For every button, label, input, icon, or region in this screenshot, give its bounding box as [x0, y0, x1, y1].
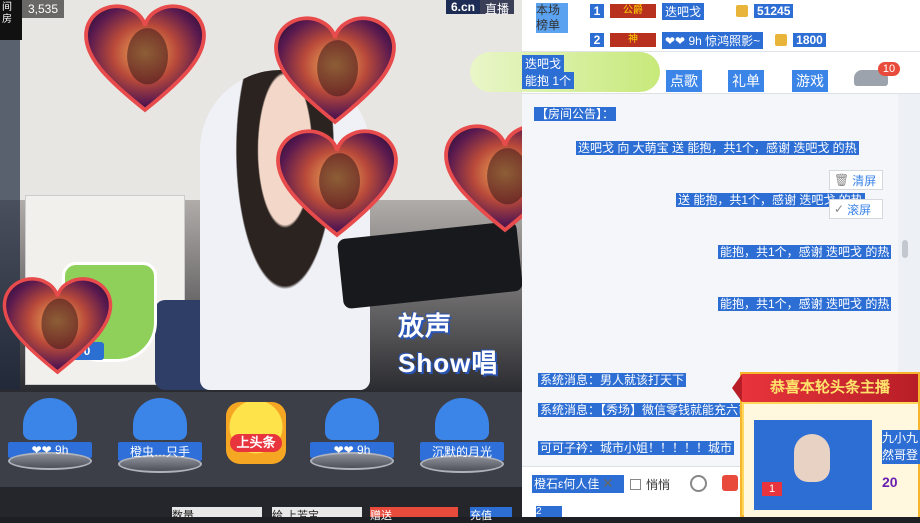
- heart-icon: [260, 12, 410, 127]
- avatar: [133, 398, 187, 440]
- gift-user-name: 橙虫…只手: [118, 442, 202, 461]
- emoji-icon[interactable]: [690, 475, 707, 492]
- quantity-field-label: 数量: [172, 510, 194, 522]
- chat-message: 能抱，共1个，感谢 迭吧戈 的热: [718, 296, 892, 312]
- rank-amount: 1800: [793, 33, 826, 47]
- chat-message-text: 迭吧戈 向 大萌宝 送 能抱，共1个，感谢 迭吧戈 的热: [576, 141, 859, 155]
- chat-system-message: 系统消息：【秀场】微信零钱就能充六币: [538, 402, 753, 418]
- headline-anchor-popup[interactable]: 恭喜本轮头条主播 1 九小九然哥登 20: [732, 372, 920, 517]
- headline-popup-title: 恭喜本轮头条主播: [732, 374, 918, 402]
- recharge-label: 充值: [470, 510, 492, 522]
- chat-message-text: 能抱，共1个，感谢 迭吧戈 的热: [718, 297, 892, 311]
- chat-message-text: 可可子衿：城市小姐！！！！！城市: [538, 441, 735, 455]
- gift-user-4[interactable]: 沉默的月光: [420, 398, 504, 473]
- whisper-label: 悄悄: [646, 478, 671, 492]
- channel-tag: 6.cn: [446, 0, 481, 14]
- whisper-checkbox[interactable]: [630, 479, 641, 490]
- chat-message: 迭吧戈 向 大萌宝 送 能抱，共1个，感谢 迭吧戈 的热: [576, 140, 859, 156]
- tab-games[interactable]: 游戏: [792, 70, 828, 92]
- rank-number: 2: [590, 33, 604, 47]
- chat-message-text: 系统消息：男人就该打天下: [538, 373, 687, 387]
- trash-icon: 🗑: [834, 173, 850, 187]
- gift-bubble-user: 迭吧戈: [522, 55, 565, 72]
- rank-amount: 51245: [754, 4, 794, 18]
- heart-icon: [0, 255, 115, 395]
- avatar-face: [794, 434, 830, 482]
- scroll-screen-label: 滚屏: [847, 202, 872, 217]
- clear-screen-button[interactable]: 🗑 清屏: [829, 170, 883, 190]
- announcement-text: 【房间公告】：: [534, 107, 617, 121]
- quantity-field[interactable]: 数量: [172, 507, 262, 522]
- viewer-count: 3,535: [28, 2, 59, 16]
- ranking-row-2[interactable]: 2 神 ❤❤ 9h 惊鸿照影~ 1800: [590, 31, 826, 49]
- send-gift-label: 赠送: [370, 510, 392, 522]
- level-badge: 1: [762, 482, 782, 496]
- show-watermark-logo: 放声Show唱: [398, 311, 499, 378]
- scroll-screen-button[interactable]: ✓ 滚屏: [829, 199, 883, 219]
- car-count-badge: 10: [878, 62, 900, 76]
- coin-icon: [775, 34, 788, 46]
- avatar: [435, 398, 489, 440]
- check-circle-icon: ✓: [834, 202, 845, 216]
- headline-button-label: 上头条: [230, 434, 282, 452]
- recipient-field-label: 给 上芳宝: [272, 510, 320, 522]
- viewer-count-bar: 3,535: [22, 0, 65, 18]
- gift-notification-bubble: 迭吧戈 能抱 1个: [470, 52, 660, 92]
- rank-user-name: ❤❤ 9h 惊鸿照影~: [662, 31, 764, 49]
- clear-screen-label: 清屏: [852, 173, 877, 188]
- headline-count: 20: [882, 474, 898, 490]
- gift-user-2[interactable]: 橙虫…只手: [118, 398, 202, 473]
- room-side-tag: 间房: [0, 0, 22, 40]
- gift-user-name: 沉默的月光: [420, 442, 504, 461]
- headline-popup-body: 1 九小九然哥登 20: [744, 404, 920, 517]
- bottom-number: 2: [536, 506, 562, 517]
- gift-bubble-gift: 能抱 1个: [522, 72, 575, 89]
- bottom-toolbar: 数量 给 上芳宝 赠送 充值: [0, 487, 522, 522]
- close-icon[interactable]: ✕: [602, 475, 614, 492]
- avatar: [325, 398, 379, 440]
- tab-gift-list[interactable]: 礼单: [728, 70, 764, 92]
- chat-scroll-thumb[interactable]: [902, 240, 908, 258]
- chat-message-text: 系统消息：【秀场】微信零钱就能充六币: [538, 403, 753, 417]
- ranking-board: 本场榜单 1 公爵 迭吧戈 51245 2 神 ❤❤ 9h 惊鸿照影~ 1800: [522, 0, 920, 52]
- rank-badge: 神: [610, 33, 656, 47]
- coin-icon: [736, 5, 749, 17]
- gift-icon[interactable]: [722, 475, 738, 491]
- recharge-button[interactable]: 充值: [470, 507, 512, 522]
- live-label: 直播: [480, 0, 515, 16]
- chat-system-message: 系统消息：男人就该打天下: [538, 372, 687, 388]
- chat-message: 能抱，共1个，感谢 迭吧戈 的热: [718, 244, 892, 260]
- chat-message-text: 能抱，共1个，感谢 迭吧戈 的热: [718, 245, 892, 259]
- heart-icon: [262, 125, 412, 240]
- ranking-row-1[interactable]: 1 公爵 迭吧戈 51245: [590, 2, 794, 20]
- rank-badge: 公爵: [610, 4, 656, 18]
- ranking-title: 本场榜单: [536, 3, 568, 33]
- avatar[interactable]: [754, 420, 872, 510]
- channel-badge: 6.cn 直播: [446, 0, 515, 16]
- panel-tabs: 迭吧戈 能抱 1个 点歌 礼单 游戏 10: [470, 52, 920, 94]
- gift-user-1[interactable]: ❤❤ 9h: [8, 398, 92, 470]
- headline-anchor-name: 九小九然哥登: [882, 430, 920, 464]
- gift-user-3[interactable]: ❤❤ 9h: [310, 398, 394, 470]
- rank-number: 1: [590, 4, 604, 18]
- announcement: 【房间公告】：: [534, 106, 617, 122]
- send-gift-button[interactable]: 赠送: [370, 507, 458, 522]
- chat-user-message: 可可子衿：城市小姐！！！！！城市: [538, 440, 735, 456]
- tab-song-request[interactable]: 点歌: [666, 70, 702, 92]
- avatar: [23, 398, 77, 440]
- heart-icon: [70, 0, 220, 115]
- rank-user-name: 迭吧戈: [662, 2, 705, 20]
- recipient-field[interactable]: 给 上芳宝: [272, 507, 362, 522]
- headline-button[interactable]: 上头条: [226, 402, 286, 464]
